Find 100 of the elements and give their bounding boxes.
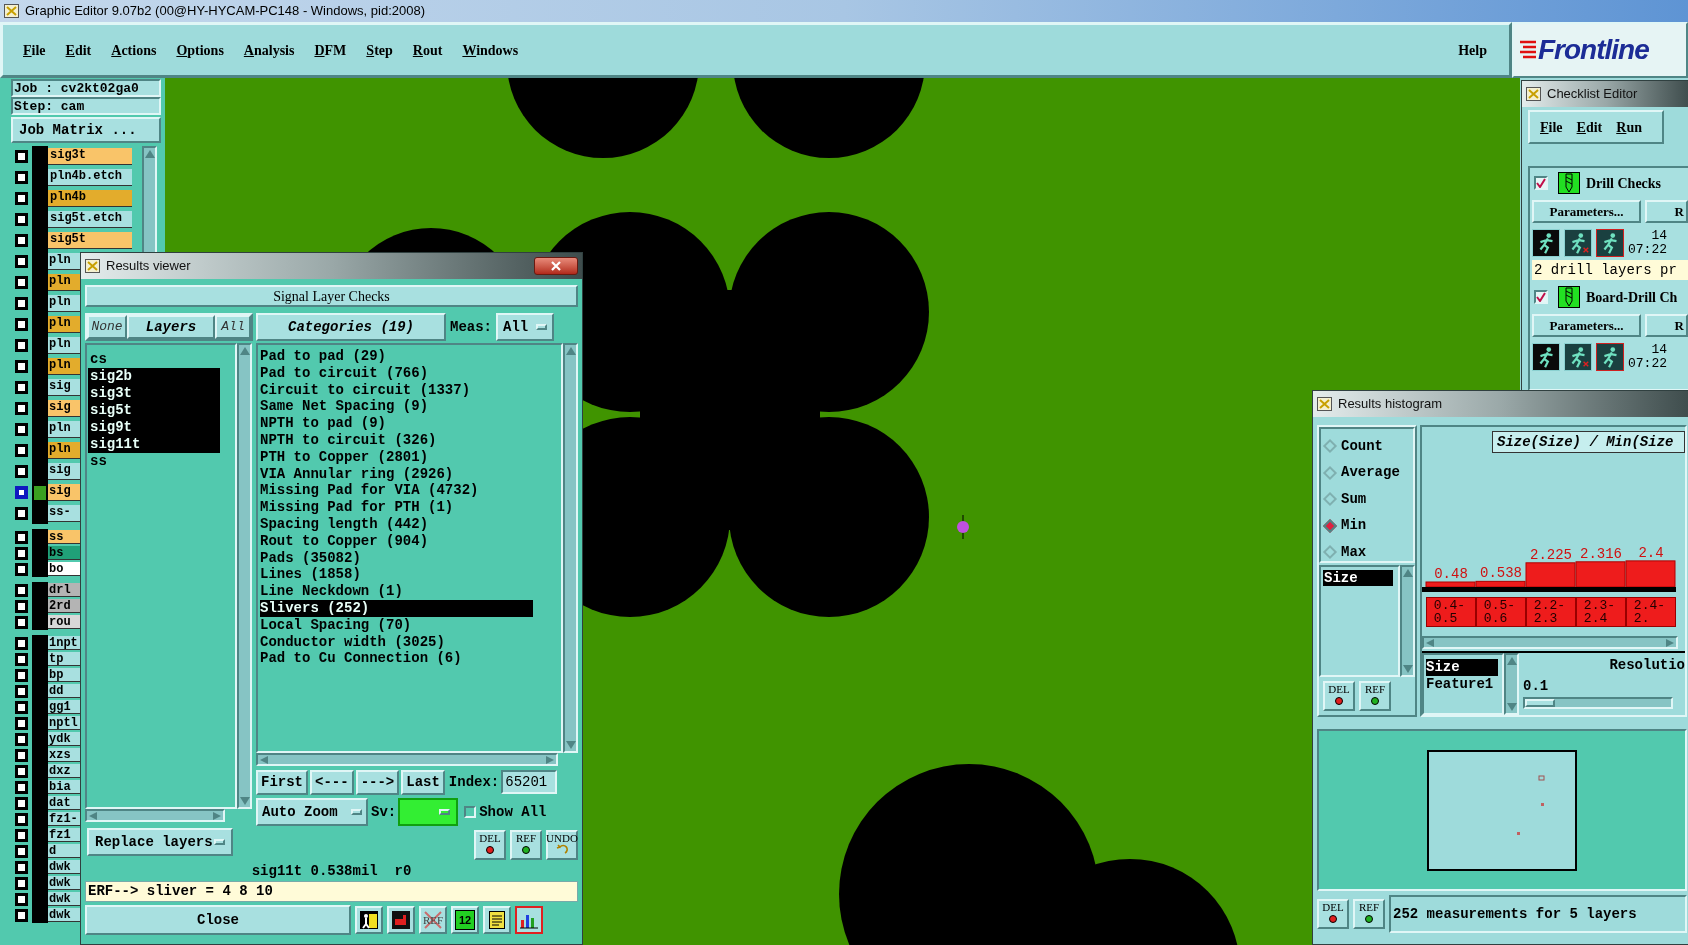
category-list-item[interactable]: Rout to Copper (904) (260, 532, 533, 550)
category-list-item[interactable]: Missing Pad for VIA (4732) (260, 482, 533, 500)
layer-checkbox[interactable] (15, 339, 28, 352)
undo-button[interactable]: UNDO (546, 830, 578, 860)
index-field[interactable]: 65201 (501, 770, 558, 794)
layer-checkbox[interactable] (15, 748, 28, 762)
layer-label[interactable]: dwk (48, 876, 80, 890)
category-list-item[interactable]: Spacing length (442) (260, 515, 533, 533)
layer-label[interactable]: bs (48, 546, 80, 560)
layer-label[interactable]: sig5t.etch (48, 211, 132, 228)
histogram-bar[interactable] (1425, 581, 1476, 588)
layer-label[interactable]: xzs (48, 748, 80, 762)
feature-list-item[interactable]: Feature1 (1426, 676, 1498, 693)
layer-label[interactable]: ydk (48, 732, 80, 746)
layer-label[interactable]: pln (48, 337, 80, 354)
layer-checkbox[interactable] (15, 812, 28, 826)
feature-list-item[interactable]: Size (1426, 659, 1498, 676)
layer-label[interactable]: dwk (48, 908, 80, 922)
select-none-button[interactable]: None (87, 315, 127, 339)
layer-list-item[interactable]: sig5t (88, 402, 220, 419)
layer-checkbox[interactable] (15, 700, 28, 714)
layer-label[interactable]: pln (48, 274, 80, 291)
layer-checkbox[interactable] (15, 255, 28, 268)
layer-checkbox[interactable] (15, 444, 28, 457)
job-matrix-button[interactable]: Job Matrix ... (11, 117, 161, 143)
field-list-item[interactable]: Size (1323, 570, 1393, 586)
radio-button[interactable] (1322, 465, 1338, 480)
radio-button[interactable] (1322, 492, 1338, 507)
slider-thumb[interactable] (1525, 699, 1555, 707)
layer-checkbox[interactable] (15, 171, 28, 184)
layer-checkbox[interactable] (15, 360, 28, 373)
menu-item[interactable]: Windows (462, 39, 519, 61)
category-list-item[interactable]: Conductor width (3025) (260, 633, 533, 651)
layer-checkbox[interactable] (15, 486, 28, 499)
layer-list-item[interactable]: ss (88, 453, 220, 470)
menu-item[interactable]: Analysis (243, 39, 295, 61)
run-button[interactable]: R (1645, 314, 1688, 337)
layer-checkbox[interactable] (15, 615, 28, 629)
layer-list-item[interactable]: cs (88, 351, 220, 368)
category-list-item[interactable]: VIA Annular ring (2926) (260, 465, 533, 483)
layer-checkbox[interactable] (15, 684, 28, 698)
layer-checkbox[interactable] (15, 668, 28, 682)
layer-label[interactable]: bia (48, 780, 80, 794)
navigation-button[interactable]: Last (401, 769, 445, 795)
layer-checkbox[interactable] (15, 234, 28, 247)
layer-checkbox[interactable] (15, 780, 28, 794)
layer-label[interactable]: sig (48, 484, 80, 501)
navigation-button[interactable]: First (256, 769, 308, 795)
menu-item[interactable]: Run (1616, 116, 1642, 138)
menu-item[interactable]: Edit (1576, 116, 1603, 138)
menu-item[interactable]: Options (176, 39, 224, 61)
replace-layers-dropdown[interactable]: Replace layers (87, 828, 233, 856)
layer-label[interactable]: 2rd (48, 599, 80, 613)
layer-list-item[interactable]: sig9t (88, 419, 220, 436)
layer-label[interactable]: drl (48, 583, 80, 597)
figure-tool-button[interactable] (355, 906, 383, 934)
layer-label[interactable]: d (48, 844, 80, 858)
parameters-button[interactable]: Parameters... (1532, 314, 1642, 337)
layer-checkbox[interactable] (15, 465, 28, 478)
layer-checkbox[interactable] (15, 764, 28, 778)
runner-icon[interactable] (1596, 343, 1624, 371)
runner-icon[interactable] (1564, 343, 1592, 371)
layers-button[interactable]: Layers (127, 315, 215, 339)
close-button[interactable] (534, 257, 578, 275)
layer-label[interactable]: dxz (48, 764, 80, 778)
show-all-checkbox[interactable] (464, 806, 477, 818)
layer-label[interactable]: dd (48, 684, 80, 698)
reference-button[interactable]: REF (510, 830, 542, 860)
layer-label[interactable]: gg1 (48, 700, 80, 714)
layer-checkbox[interactable] (15, 192, 28, 205)
layer-label[interactable]: pln4b.etch (48, 169, 132, 186)
layer-label[interactable]: fz1- (48, 812, 80, 826)
layer-label[interactable]: tp (48, 652, 80, 666)
menu-item[interactable]: DFM (314, 39, 347, 61)
layer-checkbox[interactable] (15, 652, 28, 666)
layer-checkbox[interactable] (15, 583, 28, 597)
layer-checkbox[interactable] (15, 876, 28, 890)
layer-label[interactable]: pln (48, 295, 80, 312)
layer-checkbox[interactable] (15, 844, 28, 858)
category-list-item[interactable]: Pad to pad (29) (260, 348, 533, 365)
histogram-button[interactable] (515, 906, 543, 934)
category-list-item[interactable]: NPTH to pad (9) (260, 415, 533, 432)
layer-checkbox[interactable] (15, 423, 28, 436)
layer-checkbox[interactable] (15, 636, 28, 650)
runner-icon[interactable] (1596, 229, 1624, 257)
layer-label[interactable]: ss- (48, 505, 80, 522)
menu-item[interactable]: Step (366, 39, 393, 61)
menu-item[interactable]: Edit (65, 39, 92, 61)
auto-zoom-dropdown[interactable]: Auto Zoom (256, 798, 368, 826)
meas-dropdown[interactable]: All (496, 313, 554, 341)
layer-label[interactable]: ss (48, 530, 80, 544)
layer-list-item[interactable]: sig11t (88, 436, 220, 453)
layer-checkbox[interactable] (15, 732, 28, 746)
layer-checkbox[interactable] (15, 908, 28, 922)
layer-checkbox[interactable] (15, 860, 28, 874)
layer-label[interactable]: fz1 (48, 828, 80, 842)
category-list-item[interactable]: Slivers (252) (260, 599, 533, 617)
menu-item[interactable]: File (1540, 116, 1563, 138)
navigation-button[interactable]: ---> (355, 769, 400, 795)
close-button[interactable]: Close (85, 905, 351, 935)
